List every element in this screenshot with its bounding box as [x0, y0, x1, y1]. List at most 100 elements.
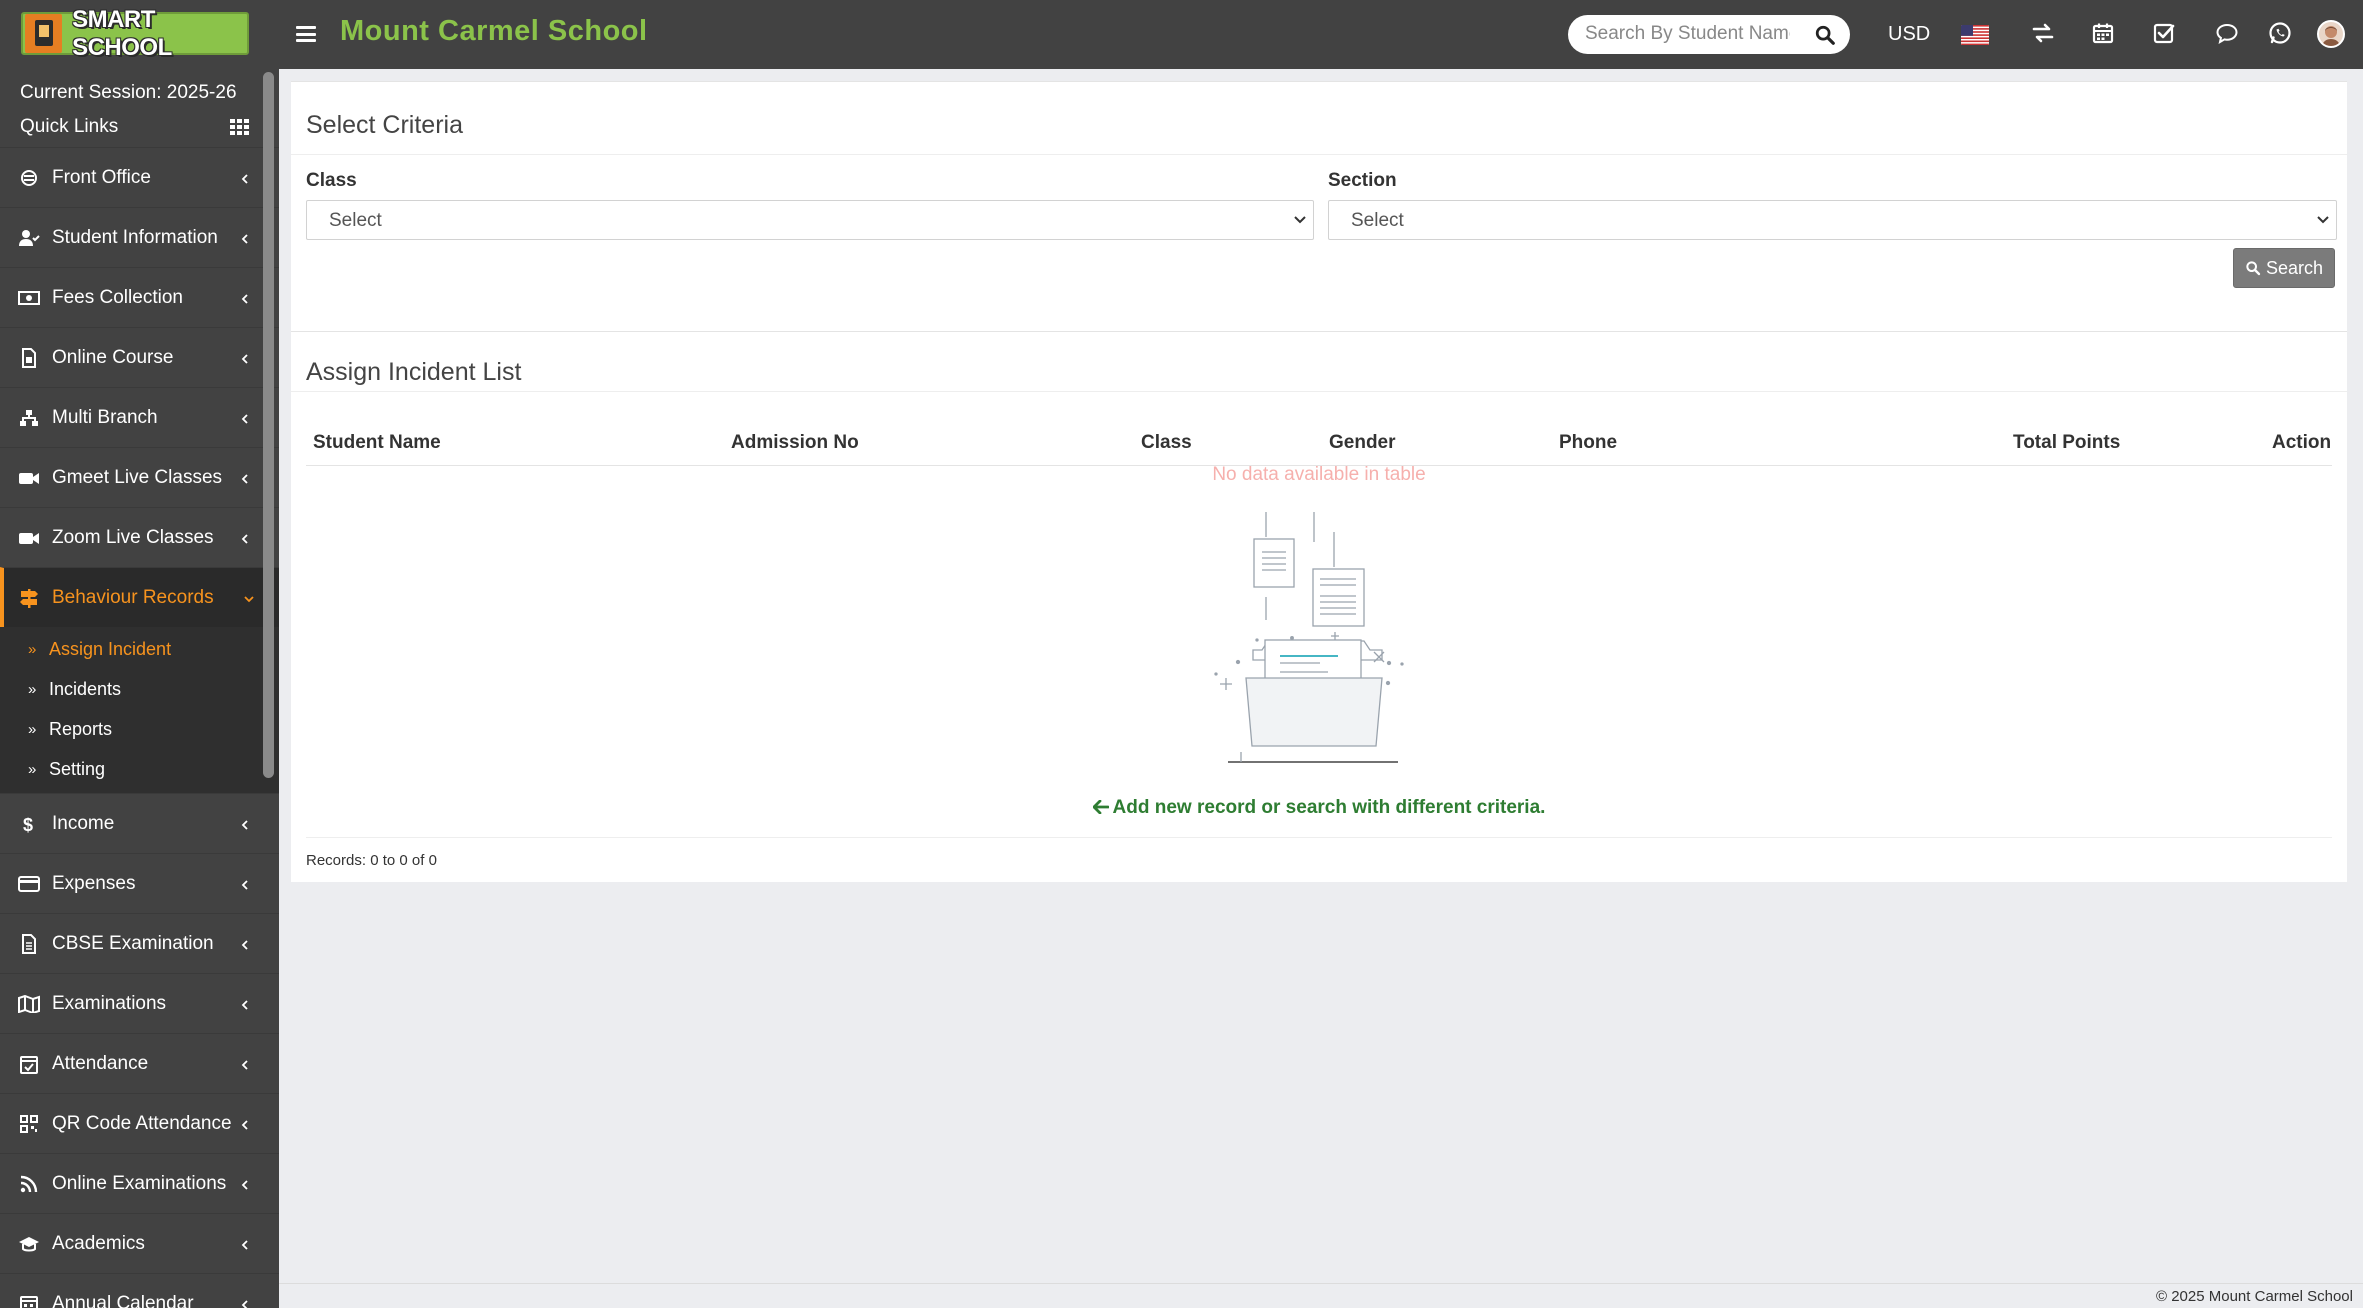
- task-check-icon[interactable]: [2149, 18, 2179, 48]
- sidebar-item-online-course[interactable]: Online Course: [0, 327, 279, 387]
- section-select[interactable]: Select: [1328, 200, 2337, 240]
- sidebar-item-label: Expenses: [52, 872, 136, 894]
- sidebar-item-fees-collection[interactable]: Fees Collection: [0, 267, 279, 327]
- us-flag-icon[interactable]: [1961, 25, 1989, 45]
- search-button[interactable]: Search: [2233, 248, 2335, 288]
- chevron-left-icon: [241, 354, 248, 364]
- submenu-item-label: Assign Incident: [49, 638, 172, 659]
- double-chevron-right-icon: »: [28, 640, 37, 658]
- student-icon: [18, 228, 40, 248]
- sidebar-item-front-office[interactable]: Front Office: [0, 147, 279, 207]
- divider: [291, 154, 2347, 155]
- sidebar-item-label: QR Code Attendance: [52, 1112, 232, 1134]
- table-header: Student Name Admission No Class Gender P…: [306, 418, 2332, 466]
- column-student-name[interactable]: Student Name: [313, 432, 441, 454]
- school-name: Mount Carmel School: [340, 15, 648, 47]
- divider: [306, 837, 2332, 838]
- footer-copyright: © 2025 Mount Carmel School: [2156, 1288, 2353, 1305]
- grid-icon[interactable]: [230, 119, 250, 135]
- user-avatar[interactable]: [2317, 20, 2345, 48]
- logo-text: SMART SCHOOL: [72, 5, 172, 61]
- column-phone[interactable]: Phone: [1559, 432, 1617, 454]
- sidebar-item-online-examinations[interactable]: Online Examinations: [0, 1153, 279, 1213]
- sidebar-item-examinations[interactable]: Examinations: [0, 973, 279, 1033]
- switch-session-icon[interactable]: [2028, 18, 2058, 48]
- sidebar-item-label: Fees Collection: [52, 286, 183, 308]
- submenu-item-incidents[interactable]: » Incidents: [0, 669, 279, 709]
- document-icon: [18, 933, 40, 954]
- qrcode-icon: [18, 1114, 40, 1134]
- sidebar-item-label: Multi Branch: [52, 406, 158, 428]
- column-admission-no[interactable]: Admission No: [731, 432, 859, 454]
- sidebar-item-label: Online Examinations: [52, 1172, 227, 1194]
- sidebar-item-label: Income: [52, 812, 115, 834]
- sidebar-item-expenses[interactable]: Expenses: [0, 853, 279, 913]
- assign-incident-list-box: Assign Incident List Student Name Admiss…: [291, 331, 2347, 882]
- sidebar-item-income[interactable]: $ Income: [0, 793, 279, 853]
- no-data-message: No data available in table: [1212, 464, 1426, 485]
- chevron-left-icon: [241, 820, 248, 830]
- submenu-item-label: Incidents: [49, 678, 122, 699]
- sidebar-item-student-information[interactable]: Student Information: [0, 207, 279, 267]
- sidebar-item-zoom-live-classes[interactable]: Zoom Live Classes: [0, 507, 279, 567]
- class-select[interactable]: Select: [306, 200, 1314, 240]
- sidebar-item-gmeet-live-classes[interactable]: Gmeet Live Classes: [0, 447, 279, 507]
- menu-toggle-icon[interactable]: [296, 26, 316, 42]
- calendar-icon[interactable]: [2088, 18, 2118, 48]
- sidebar-item-qr-code-attendance[interactable]: QR Code Attendance: [0, 1093, 279, 1153]
- chevron-left-icon: [241, 1300, 248, 1308]
- chevron-left-icon: [241, 940, 248, 950]
- list-title: Assign Incident List: [306, 358, 522, 386]
- submenu-item-assign-incident[interactable]: » Assign Incident: [0, 629, 279, 669]
- chevron-left-icon: [241, 414, 248, 424]
- smart-school-logo[interactable]: SMART SCHOOL: [21, 6, 249, 61]
- column-action[interactable]: Action: [2272, 432, 2331, 454]
- chat-icon[interactable]: [2212, 18, 2242, 48]
- chevron-down-icon: [1294, 216, 1306, 224]
- divider: [291, 391, 2347, 392]
- column-total-points[interactable]: Total Points: [2013, 432, 2120, 454]
- sidebar-item-label: Examinations: [52, 992, 167, 1014]
- chevron-left-icon: [241, 234, 248, 244]
- section-label: Section: [1328, 170, 1397, 191]
- submenu-item-setting[interactable]: » Setting: [0, 749, 279, 789]
- video-icon: [18, 528, 40, 548]
- current-session-label[interactable]: Current Session: 2025-26: [20, 82, 279, 116]
- sidebar-item-label: Attendance: [52, 1052, 149, 1074]
- search-icon: [2246, 261, 2261, 276]
- sidebar-scrollbar[interactable]: [263, 72, 274, 778]
- sidebar-item-label: Annual Calendar: [52, 1292, 194, 1308]
- double-chevron-right-icon: »: [28, 720, 37, 738]
- calendar-icon: [18, 1294, 40, 1308]
- logo-book-icon: [25, 14, 63, 53]
- chevron-left-icon: [241, 534, 248, 544]
- student-search-input[interactable]: [1585, 23, 1790, 45]
- column-gender[interactable]: Gender: [1329, 432, 1396, 454]
- chevron-down-icon: [244, 596, 254, 603]
- arrow-left-icon: [1092, 799, 1109, 815]
- sidebar-item-annual-calendar[interactable]: Annual Calendar: [0, 1273, 279, 1308]
- criteria-title: Select Criteria: [306, 111, 463, 139]
- currency-selector[interactable]: USD: [1888, 23, 1930, 46]
- whatsapp-icon[interactable]: [2265, 18, 2295, 48]
- chevron-left-icon: [241, 1000, 248, 1010]
- sidebar-item-cbse-examination[interactable]: CBSE Examination: [0, 913, 279, 973]
- student-search-box: [1568, 15, 1850, 54]
- chevron-down-icon: [2317, 216, 2329, 224]
- sidebar-item-label: Student Information: [52, 226, 218, 248]
- sidebar-item-behaviour-records[interactable]: Behaviour Records: [0, 567, 279, 627]
- column-class[interactable]: Class: [1141, 432, 1192, 454]
- sidebar-item-multi-branch[interactable]: Multi Branch: [0, 387, 279, 447]
- double-chevron-right-icon: »: [28, 680, 37, 698]
- sidebar-item-attendance[interactable]: Attendance: [0, 1033, 279, 1093]
- sidebar-item-label: Gmeet Live Classes: [52, 466, 223, 488]
- submenu-item-reports[interactable]: » Reports: [0, 709, 279, 749]
- sidebar-item-label: Academics: [52, 1232, 145, 1254]
- signpost-icon: [18, 588, 40, 608]
- sidebar-item-label: Zoom Live Classes: [52, 526, 214, 548]
- sidebar-item-academics[interactable]: Academics: [0, 1213, 279, 1273]
- records-count: Records: 0 to 0 of 0: [306, 852, 437, 869]
- calendar-check-icon: [18, 1054, 40, 1074]
- main-content: Select Criteria Class Select Section Sel…: [279, 69, 2363, 1308]
- search-icon[interactable]: [1814, 24, 1836, 46]
